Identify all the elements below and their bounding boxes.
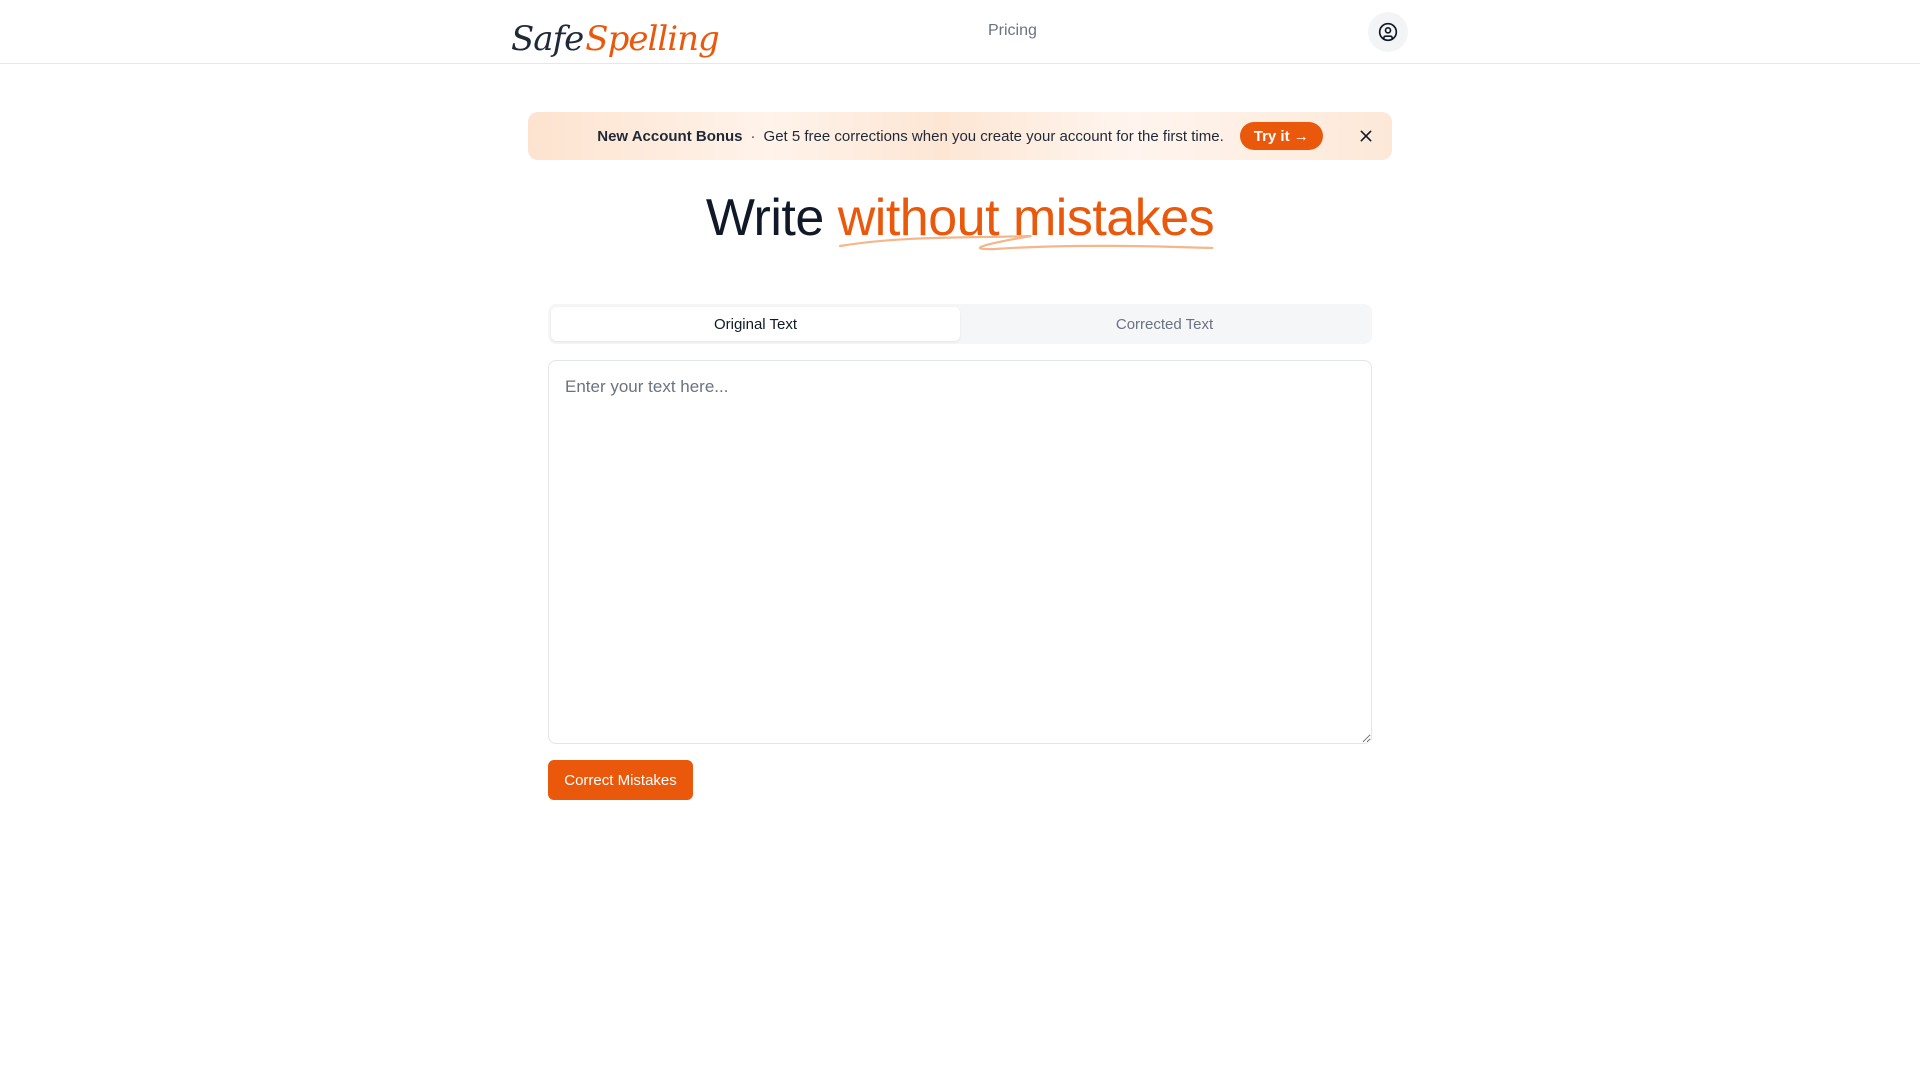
hero-word-write: Write (705, 189, 824, 247)
logo-part-spelling: Spelling (585, 19, 719, 59)
logo[interactable]: Safe Spelling (511, 10, 720, 59)
promo-banner: New Account Bonus · Get 5 free correctio… (528, 112, 1392, 160)
user-circle-icon (1378, 22, 1398, 42)
correct-mistakes-button[interactable]: Correct Mistakes (548, 760, 693, 800)
banner-message: Get 5 free corrections when you create y… (763, 127, 1224, 145)
banner-separator: · (750, 127, 756, 145)
text-input[interactable] (548, 360, 1372, 744)
user-account-button[interactable] (1368, 12, 1408, 52)
close-icon (1360, 130, 1372, 142)
logo-part-safe: Safe (511, 19, 584, 59)
nav-pricing-link[interactable]: Pricing (988, 22, 1037, 40)
banner-close-button[interactable] (1354, 124, 1378, 148)
scribble-underline-icon (838, 234, 1214, 251)
hero-title: Write without mistakes (0, 186, 1920, 251)
site-header: Safe Spelling Pricing (0, 0, 1920, 64)
text-tabs: Original Text Corrected Text (548, 304, 1372, 344)
tab-corrected-text[interactable]: Corrected Text (960, 307, 1369, 341)
tab-original-text[interactable]: Original Text (551, 307, 960, 341)
try-it-button[interactable]: Try it → (1239, 122, 1323, 150)
banner-title: New Account Bonus (597, 127, 743, 145)
hero-highlight: without mistakes (838, 186, 1215, 251)
